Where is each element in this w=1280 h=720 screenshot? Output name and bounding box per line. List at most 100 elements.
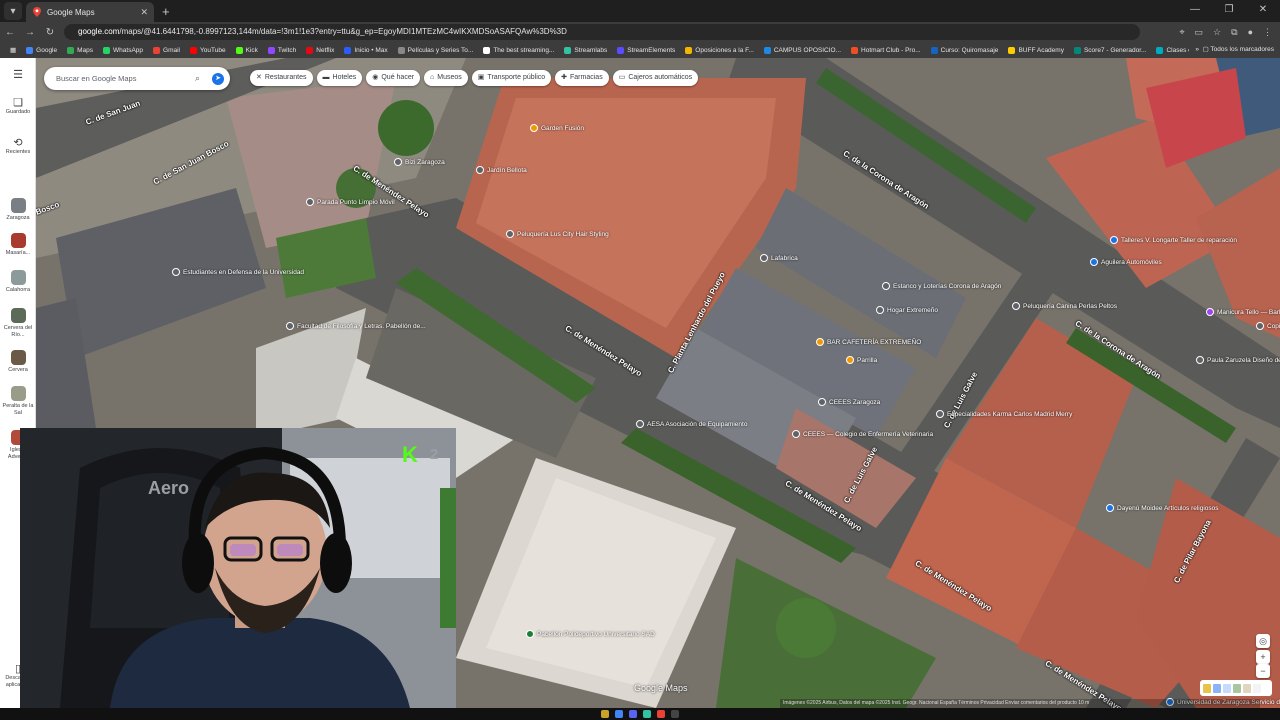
recent-place[interactable]: Masaría... (0, 233, 36, 257)
bookmark-star-icon[interactable]: ☆ (1213, 24, 1221, 40)
search-icon[interactable]: ⌕ (195, 73, 200, 84)
layer-thumb[interactable] (1223, 683, 1231, 693)
map-poi[interactable]: AESA Asociación de Equipamiento (636, 420, 747, 428)
file-explorer-icon[interactable] (601, 710, 609, 718)
map-poi[interactable]: Copiste... (1256, 322, 1280, 330)
new-tab-button[interactable]: + (162, 4, 170, 19)
map-poi[interactable]: BAR CAFETERÍA EXTREMEÑO (816, 338, 921, 346)
tab-google-maps[interactable]: Google Maps ✕ (26, 2, 154, 22)
recent-place[interactable]: Peralta de la Sal (0, 386, 36, 417)
bookmark-item[interactable]: Score7 - Generador... (1073, 46, 1146, 54)
map-poi[interactable]: Aguilera Automóviles (1090, 258, 1162, 266)
map-poi[interactable]: Manicura Tello — Barbería Fabimarse (1206, 308, 1280, 316)
all-bookmarks[interactable]: » ▢ Todos los marcadores (1189, 42, 1274, 58)
layer-thumb[interactable] (1213, 683, 1221, 693)
search-input[interactable]: Buscar en Google Maps (56, 74, 195, 83)
maps-search-box[interactable]: Buscar en Google Maps ⌕ ➤ (44, 67, 230, 90)
bookmark-item[interactable]: YouTube (190, 46, 226, 54)
bookmark-item[interactable]: The best streaming... (483, 46, 554, 54)
close-window-icon[interactable]: ✕ (1246, 0, 1280, 22)
chip-farmacias[interactable]: ✚ Farmacias (555, 70, 609, 86)
bookmark-item[interactable]: BUFF Academy (1008, 46, 1064, 54)
bookmark-item[interactable]: Películas y Series To... (397, 46, 473, 54)
layer-thumb[interactable] (1233, 683, 1241, 693)
directions-icon[interactable]: ➤ (212, 72, 224, 85)
bookmark-item[interactable]: Kick (235, 46, 258, 54)
recent-place[interactable]: Calahorra (0, 270, 36, 294)
chip-hoteles[interactable]: ▬ Hoteles (316, 70, 363, 86)
address-bar[interactable]: google.com/maps/@41.6441798,-0.8997123,1… (64, 24, 1140, 40)
obs-icon[interactable] (671, 710, 679, 718)
maximize-icon[interactable]: ❐ (1212, 0, 1246, 22)
map-poi[interactable]: Bizi Zaragoza (394, 158, 445, 166)
chip-restaurantes[interactable]: ✕ Restaurantes (250, 70, 313, 86)
pegman-icon[interactable] (1203, 683, 1211, 693)
reload-icon[interactable]: ↻ (40, 27, 60, 38)
streamlabs-icon[interactable] (643, 710, 651, 718)
bookmark-item[interactable]: StreamElements (617, 46, 675, 54)
recents-button[interactable]: ⟲ Recientes (0, 138, 36, 156)
cast-icon[interactable]: ▭ (1195, 24, 1204, 40)
zoom-in-button[interactable]: + (1256, 650, 1270, 664)
bookmark-item[interactable]: Google (26, 46, 57, 54)
extensions-icon[interactable]: ⧉ (1231, 24, 1237, 40)
chrome-active-icon[interactable] (657, 710, 665, 718)
map-poi[interactable]: Dayenú Moidee Artículos religiosos (1106, 504, 1219, 512)
map-poi[interactable]: Estanco y Loterías Corona de Aragón (882, 282, 1001, 290)
map-poi[interactable]: Talleres V. Longarte Taller de reparació… (1110, 236, 1237, 244)
tab-close-icon[interactable]: ✕ (140, 7, 148, 18)
map-poi[interactable]: Garden Fusión (530, 124, 584, 132)
chip-museos[interactable]: ⌂ Museos (424, 70, 468, 86)
bookmark-item[interactable]: Curso: Quiromasaje (930, 46, 998, 54)
map-poi[interactable]: Estudiantes en Defensa de la Universidad (172, 268, 304, 276)
poi-label: BAR CAFETERÍA EXTREMEÑO (827, 338, 922, 346)
profile-icon[interactable]: ● (1248, 24, 1253, 40)
bookmark-item[interactable]: Inicio • Max (344, 46, 388, 54)
map-poi[interactable]: Jardín Bellota (476, 166, 527, 174)
chip-qu-hacer[interactable]: ◉ Qué hacer (366, 70, 421, 86)
layers-strip[interactable] (1200, 680, 1272, 696)
map-poi[interactable]: Parrilla (846, 356, 877, 364)
tab-search-icon[interactable]: ▾ (4, 2, 22, 20)
map-poi[interactable]: Especialidades Karma Carlos Madrid Merry (936, 410, 1072, 418)
forward-icon[interactable]: → (20, 27, 40, 38)
layer-thumb[interactable] (1243, 683, 1251, 693)
bookmark-item[interactable]: WhatsApp (103, 46, 143, 54)
bookmark-item[interactable]: CAMPUS OPOSICIO... (763, 46, 841, 54)
recent-place[interactable]: Cervera (0, 350, 36, 374)
map-poi[interactable]: Hogar Extremeño (876, 306, 938, 314)
bookmark-favicon-icon (1156, 46, 1164, 54)
chrome-icon[interactable] (615, 710, 623, 718)
zoom-out-button[interactable]: − (1256, 664, 1270, 678)
back-icon[interactable]: ← (0, 27, 20, 38)
bookmark-item[interactable]: Oposiciones a la F... (685, 46, 754, 54)
bookmark-item[interactable]: Twitch (267, 46, 296, 54)
bookmark-item[interactable]: Gmail (153, 46, 180, 54)
map-attribution[interactable]: Imágenes ©2025 Airbus, Datos del mapa ©2… (780, 699, 1260, 708)
map-poi[interactable]: CEEES Zaragoza (818, 398, 880, 406)
recent-place[interactable]: Zaragoza (0, 198, 36, 222)
map-poi[interactable]: CEEES — Colegio de Enfermería Veterinari… (792, 430, 933, 438)
bookmark-item[interactable]: Hotmart Club - Pro... (851, 46, 921, 54)
location-icon[interactable]: ⌖ (1179, 24, 1184, 40)
saved-button[interactable]: ❏ Guardado (0, 98, 36, 116)
recent-place[interactable]: Cervera del Río... (0, 308, 36, 339)
map-poi[interactable]: Parada Punto Limpio Móvil (306, 198, 395, 206)
minimize-icon[interactable]: — (1178, 0, 1212, 22)
map-poi[interactable]: Lafabrica (760, 254, 798, 262)
chip-transporte-p-blico[interactable]: ▣ Transporte público (471, 70, 552, 86)
map-poi[interactable]: Peluquería Canina Perlas Peltos (1012, 302, 1117, 310)
bookmark-item[interactable]: Maps (67, 46, 93, 54)
bookmark-item[interactable]: Streamlabs (564, 46, 607, 54)
map-poi[interactable]: Facultad de Filosofía y Letras. Pabellón… (286, 322, 426, 330)
menu-dots-icon[interactable]: ⋮ (1263, 24, 1272, 40)
menu-button[interactable]: ☰ (0, 70, 36, 81)
bookmark-item[interactable]: Netflix (306, 46, 334, 54)
chip-cajeros-autom-ticos[interactable]: ▭ Cajeros automáticos (612, 70, 699, 86)
map-poi[interactable]: Peluquería Lus City Hair Styling (506, 230, 609, 238)
discord-icon[interactable] (629, 710, 637, 718)
my-location-icon[interactable]: ◎ (1256, 634, 1270, 648)
map-poi[interactable]: Paula Zaruzela Diseño de Espacios (1196, 356, 1280, 364)
expand-icon[interactable] (1253, 683, 1261, 693)
map-poi[interactable]: Pabellón Polideportivo Universitario SAD (526, 630, 655, 638)
